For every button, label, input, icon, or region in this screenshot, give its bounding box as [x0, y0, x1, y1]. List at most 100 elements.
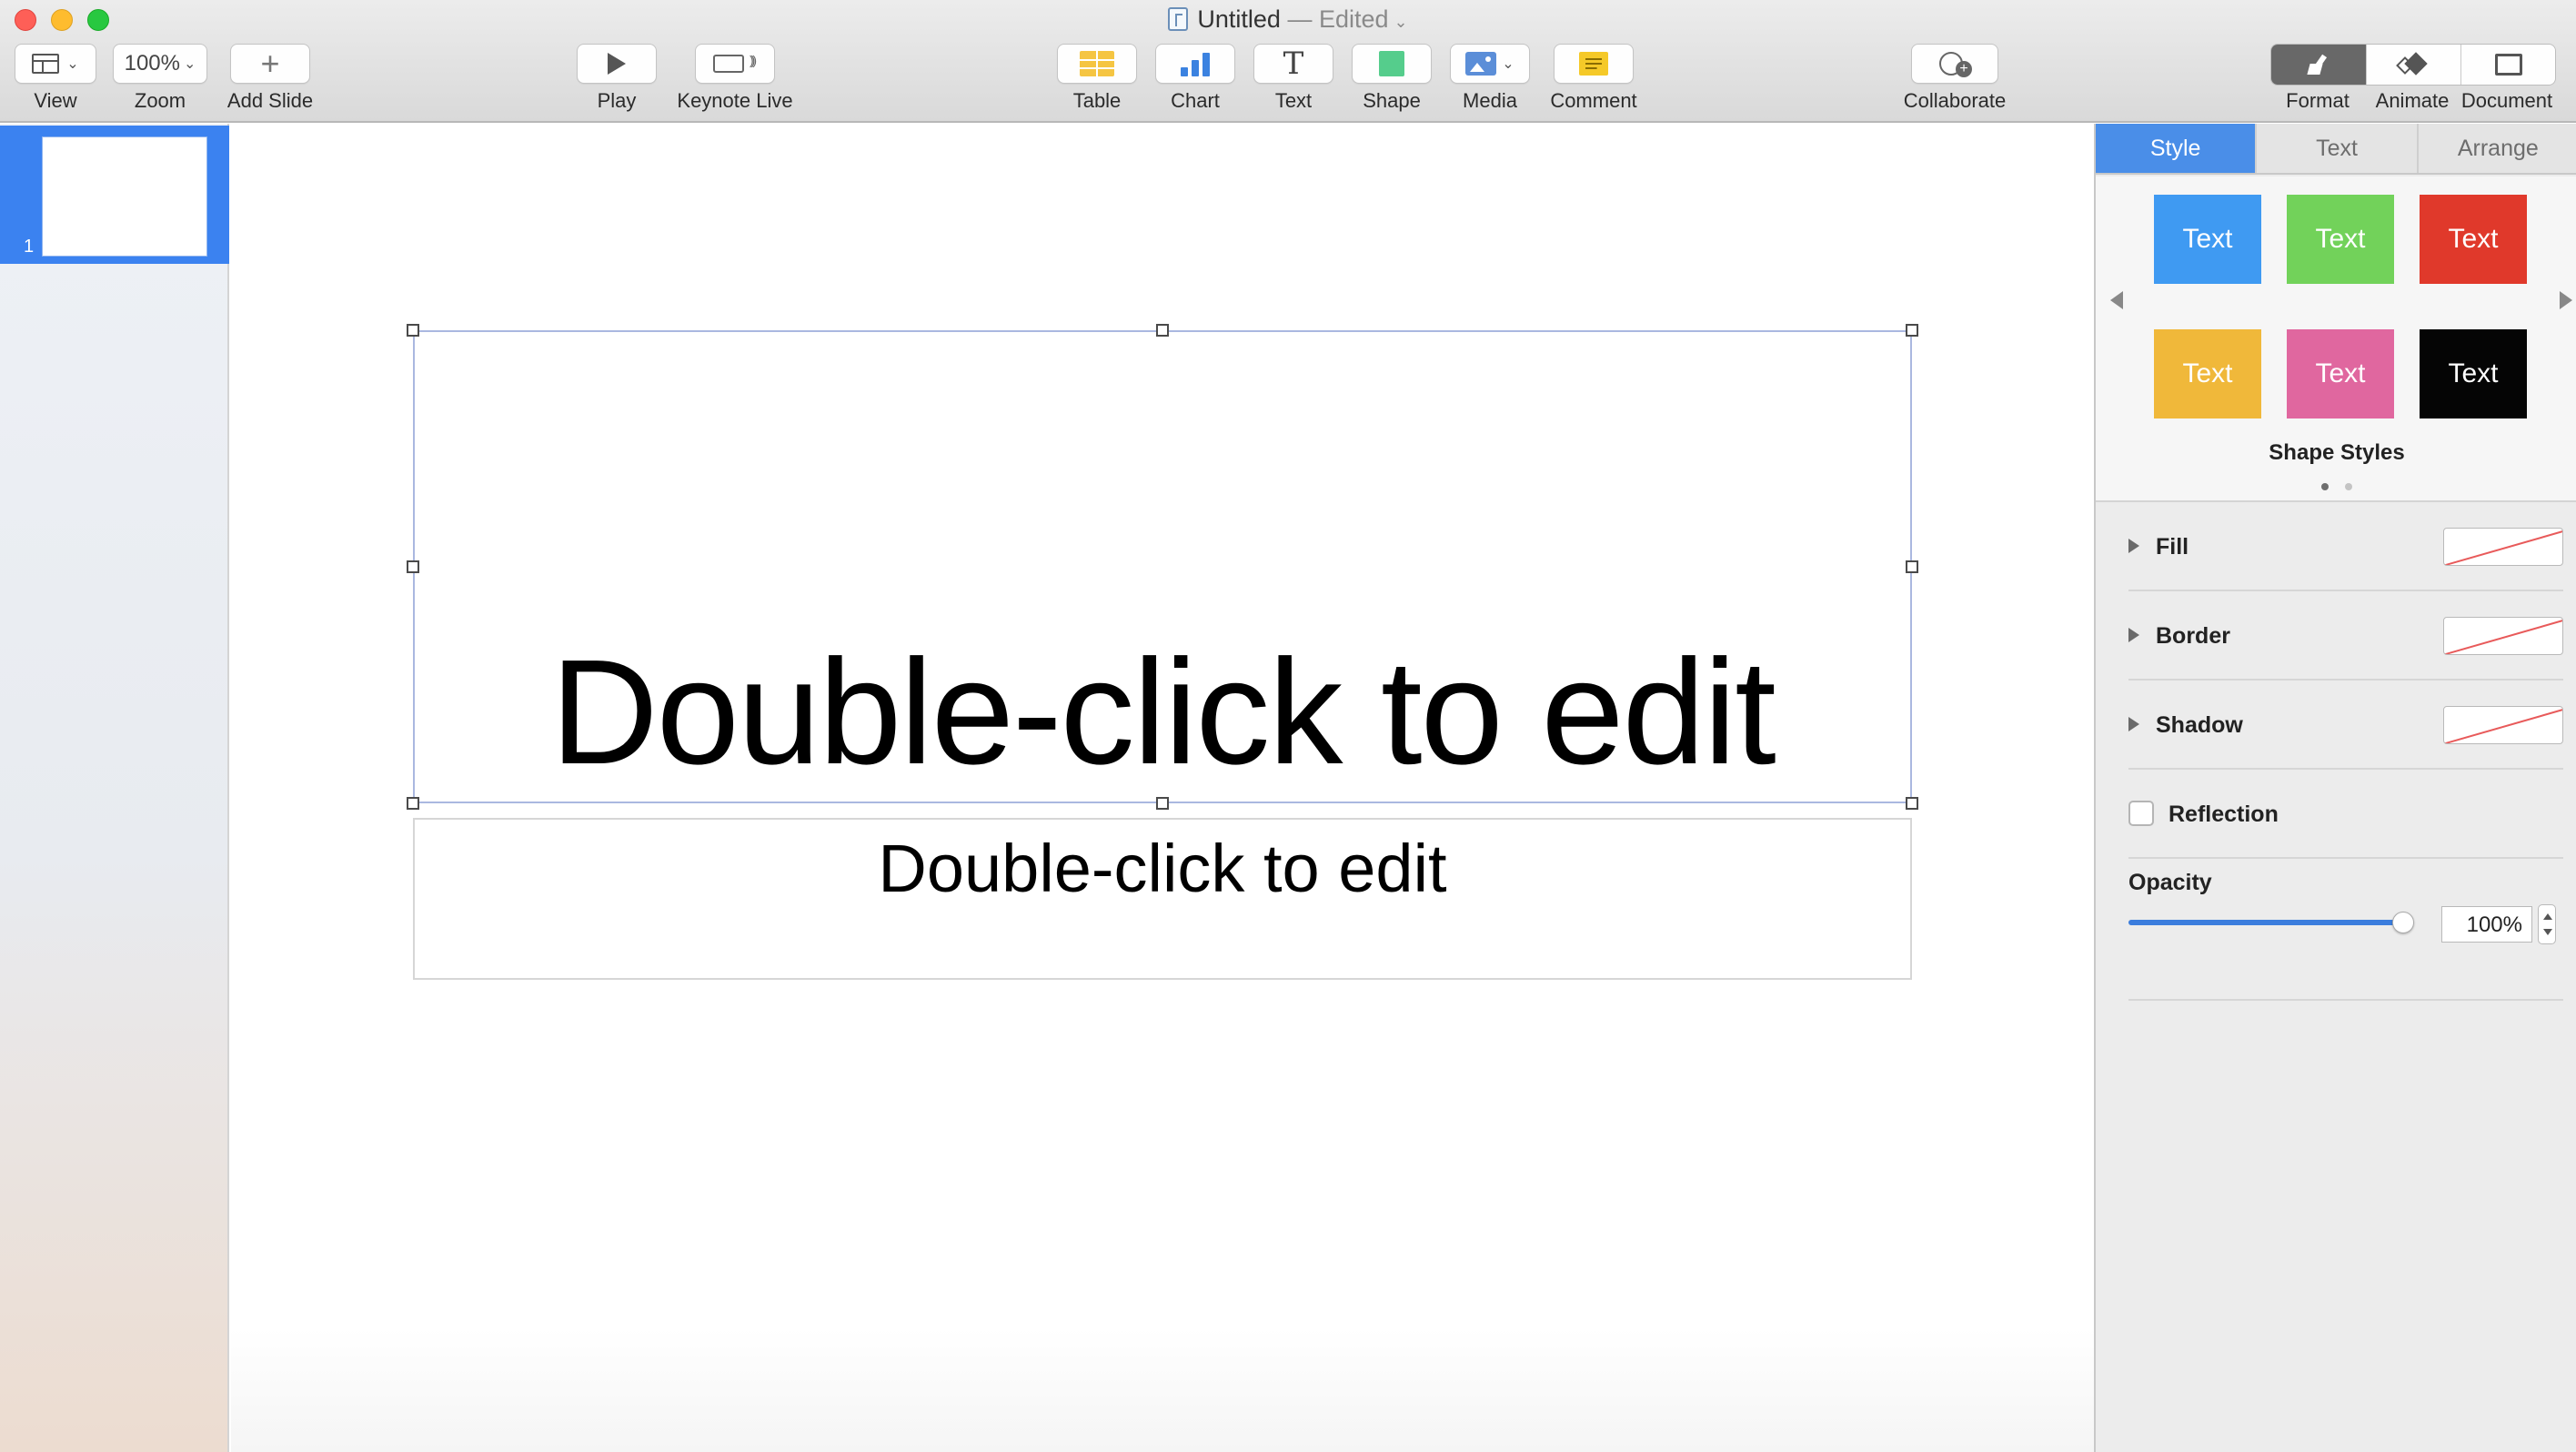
zoom-control[interactable]: 100% ⌄ Zoom [113, 44, 207, 113]
comment-button[interactable] [1554, 44, 1634, 84]
shadow-label: Shadow [2156, 712, 2243, 738]
chart-control[interactable]: Chart [1153, 44, 1237, 113]
format-brush-icon [2307, 55, 2330, 75]
disclosure-triangle-icon[interactable] [2128, 539, 2139, 553]
format-inspector: Style Text Arrange Text Text Text Text T… [2094, 124, 2576, 1452]
shadow-row[interactable]: Shadow [2128, 682, 2563, 770]
document-button[interactable] [2460, 45, 2555, 85]
shape-style-yellow[interactable]: Text [2154, 329, 2261, 418]
play-control[interactable]: Play [575, 44, 659, 113]
keynote-live-icon [713, 53, 754, 73]
shape-style-blue[interactable]: Text [2154, 195, 2261, 284]
reflection-checkbox[interactable] [2128, 801, 2154, 826]
shadow-color-well[interactable] [2443, 706, 2563, 744]
tab-style[interactable]: Style [2096, 124, 2256, 173]
text-button[interactable]: T [1253, 44, 1333, 84]
resize-handle-bottom-left[interactable] [407, 797, 419, 810]
resize-handle-bottom[interactable] [1156, 797, 1169, 810]
add-slide-button[interactable]: + [230, 44, 310, 84]
keynote-live-control[interactable]: Keynote Live [664, 44, 806, 113]
comment-control[interactable]: Comment [1546, 44, 1641, 113]
play-button[interactable] [577, 44, 657, 84]
collaborate-icon [1939, 52, 1972, 77]
page-dot-2[interactable] [2345, 483, 2352, 490]
opacity-label: Opacity [2128, 870, 2212, 895]
animate-button[interactable] [2366, 45, 2460, 85]
opacity-field[interactable]: 100% [2441, 906, 2532, 943]
tab-arrange[interactable]: Arrange [2416, 124, 2576, 173]
disclosure-triangle-icon[interactable] [2128, 717, 2139, 731]
text-label: Text [1274, 89, 1313, 112]
opacity-row: Opacity 100% [2128, 870, 2563, 1001]
collaborate-control[interactable]: Collaborate [1897, 44, 2012, 113]
tab-text[interactable]: Text [2255, 124, 2417, 173]
border-row[interactable]: Border [2128, 593, 2563, 681]
resize-handle-top-right[interactable] [1906, 324, 1918, 337]
collaborate-label: Collaborate [1903, 89, 2007, 112]
fill-color-well[interactable] [2443, 528, 2563, 566]
shape-styles-panel: Text Text Text Text Text Text Shape Styl… [2096, 176, 2576, 502]
chart-label: Chart [1171, 89, 1220, 112]
chart-button[interactable] [1155, 44, 1235, 84]
comment-icon [1579, 52, 1608, 76]
shape-style-pink[interactable]: Text [2287, 329, 2394, 418]
shape-style-black[interactable]: Text [2420, 329, 2527, 418]
resize-handle-top[interactable] [1156, 324, 1169, 337]
media-button[interactable]: ⌄ [1450, 44, 1530, 84]
shape-style-red[interactable]: Text [2420, 195, 2527, 284]
title-placeholder[interactable]: Double-click to edit [415, 638, 1910, 787]
table-label: Table [1072, 89, 1122, 112]
text-control[interactable]: T Text [1252, 44, 1335, 113]
shape-label: Shape [1363, 89, 1421, 112]
chevron-down-icon: ⌄ [183, 56, 196, 72]
subtitle-text-box[interactable]: Double-click to edit [413, 818, 1912, 980]
toolbar: Untitled — Edited ⌄ ⌄ View 100% ⌄ Zoom + … [0, 0, 2576, 123]
next-styles-arrow-icon[interactable] [2560, 291, 2572, 309]
shape-style-green[interactable]: Text [2287, 195, 2394, 284]
inspector-mode-segmented-control [2270, 44, 2556, 86]
collaborate-button[interactable] [1911, 44, 1998, 84]
disclosure-triangle-icon[interactable] [2128, 628, 2139, 642]
border-color-well[interactable] [2443, 617, 2563, 655]
opacity-stepper[interactable] [2538, 904, 2556, 944]
page-dot-1[interactable] [2321, 483, 2329, 490]
subtitle-placeholder[interactable]: Double-click to edit [415, 829, 1910, 910]
keynote-live-button[interactable] [695, 44, 775, 84]
style-page-dots[interactable] [2096, 479, 2576, 495]
table-icon [1080, 51, 1114, 76]
title-text-box[interactable]: Double-click to edit [407, 324, 1918, 810]
slide-thumbnail-row[interactable]: 1 [0, 126, 229, 264]
media-icon [1465, 52, 1497, 76]
view-button[interactable]: ⌄ [15, 44, 96, 84]
media-control[interactable]: ⌄ Media [1448, 44, 1532, 113]
view-control[interactable]: ⌄ View [15, 44, 96, 113]
format-button[interactable] [2271, 45, 2366, 85]
previous-styles-arrow-icon[interactable] [2110, 291, 2123, 309]
window-title[interactable]: Untitled — Edited ⌄ [0, 5, 2576, 34]
table-control[interactable]: Table [1055, 44, 1139, 113]
animate-label: Animate [2375, 89, 2450, 112]
resize-handle-bottom-right[interactable] [1906, 797, 1918, 810]
slide-thumbnail[interactable] [42, 136, 207, 257]
play-label: Play [597, 89, 637, 112]
view-label: View [34, 89, 77, 112]
resize-handle-left[interactable] [407, 560, 419, 573]
chart-icon [1179, 51, 1212, 76]
zoom-label: Zoom [134, 89, 186, 112]
opacity-slider-thumb[interactable] [2392, 912, 2414, 933]
play-icon [608, 53, 626, 75]
edited-status: — Edited [1287, 5, 1389, 33]
shape-control[interactable]: Shape [1350, 44, 1434, 113]
reflection-row[interactable]: Reflection [2128, 771, 2563, 859]
fill-row[interactable]: Fill [2128, 504, 2563, 591]
table-button[interactable] [1057, 44, 1137, 84]
chevron-down-icon: ⌄ [66, 56, 79, 72]
opacity-slider-track[interactable] [2128, 920, 2403, 925]
shape-button[interactable] [1352, 44, 1432, 84]
resize-handle-top-left[interactable] [407, 324, 419, 337]
zoom-select[interactable]: 100% ⌄ [113, 44, 207, 84]
resize-handle-right[interactable] [1906, 560, 1918, 573]
slide-navigator: 1 [0, 124, 229, 1452]
add-slide-control[interactable]: + Add Slide [220, 44, 320, 113]
inspector-tabs: Style Text Arrange [2096, 124, 2576, 175]
